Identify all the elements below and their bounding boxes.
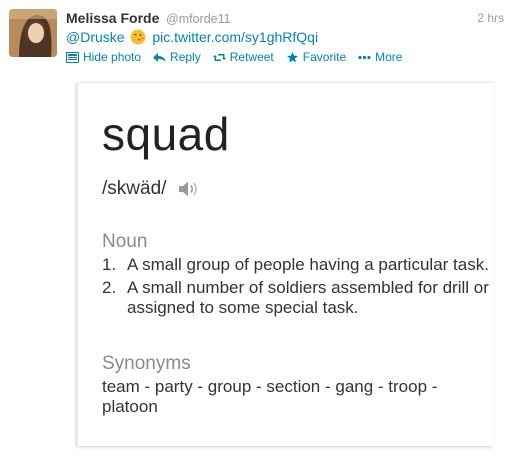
attached-photo[interactable]: squad /skwäd/ Noun 1. A small group of p… <box>77 82 494 446</box>
tweet-header: Melissa Forde @mforde11 <box>66 10 231 28</box>
tweet: Melissa Forde @mforde11 2 hrs @Druske pi… <box>0 0 514 461</box>
kissing-face-emoji-icon <box>130 29 146 45</box>
hide-photo-label: Hide photo <box>83 50 142 64</box>
reply-label: Reply <box>170 50 201 64</box>
synonyms-list: team - party - group - section - gang - … <box>102 377 438 416</box>
avatar-photo-icon <box>9 9 57 57</box>
pronunciation-text: /skwäd/ <box>102 178 167 199</box>
avatar[interactable] <box>9 9 57 57</box>
part-of-speech: Noun <box>102 231 148 252</box>
photo-icon <box>66 51 79 63</box>
reply-icon <box>153 52 167 62</box>
favorite-label: Favorite <box>302 50 347 64</box>
speaker-icon <box>179 181 198 197</box>
definition-text: A small number of soldiers assembled for… <box>127 278 489 317</box>
definition-item: 1. A small group of people having a part… <box>102 255 492 275</box>
photo-link[interactable]: pic.twitter.com/sy1ghRfQqi <box>152 29 318 45</box>
mention-link[interactable]: @Druske <box>66 29 125 45</box>
definition-text: A small group of people having a particu… <box>127 255 489 274</box>
definition-number: 1. <box>102 255 117 274</box>
dictionary-word: squad <box>102 108 230 160</box>
retweet-icon <box>212 53 226 61</box>
favorite-button[interactable]: Favorite <box>286 50 346 64</box>
synonyms-heading: Synonyms <box>102 353 191 374</box>
retweet-button[interactable]: Retweet <box>212 50 274 64</box>
star-icon <box>286 51 298 62</box>
definitions-list: 1. A small group of people having a part… <box>102 255 492 321</box>
pronunciation: /skwäd/ <box>102 178 200 200</box>
tweet-actions: Hide photo Reply Retweet Favorite More <box>66 50 402 64</box>
definition-number: 2. <box>102 278 117 297</box>
user-handle[interactable]: @mforde11 <box>166 12 231 26</box>
retweet-label: Retweet <box>229 50 274 64</box>
more-button[interactable]: More <box>358 50 402 64</box>
timestamp[interactable]: 2 hrs <box>477 11 504 25</box>
more-label: More <box>375 50 403 64</box>
reply-button[interactable]: Reply <box>153 50 201 64</box>
tweet-text: @Druske pic.twitter.com/sy1ghRfQqi <box>66 29 318 45</box>
more-dots-icon <box>358 55 371 59</box>
hide-photo-button[interactable]: Hide photo <box>66 50 141 64</box>
user-name[interactable]: Melissa Forde <box>66 10 159 26</box>
definition-item: 2. A small number of soldiers assembled … <box>102 278 492 318</box>
